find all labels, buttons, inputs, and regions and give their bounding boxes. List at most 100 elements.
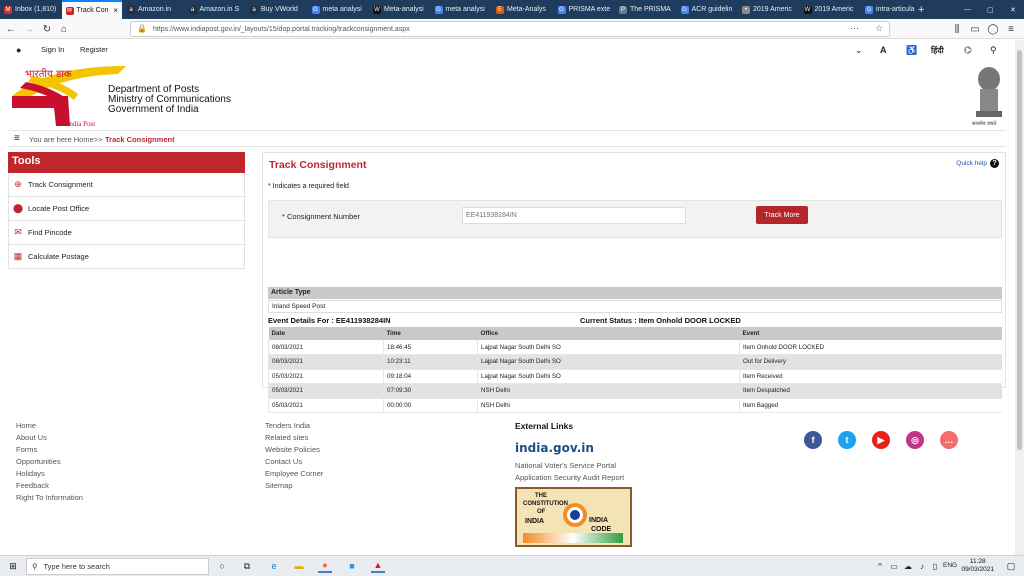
- windows-start-icon[interactable]: ⊞: [6, 559, 20, 573]
- browser-tab[interactable]: Gmeta analysi: [308, 0, 369, 19]
- page-scrollbar[interactable]: [1015, 40, 1024, 555]
- tab-close-icon[interactable]: ×: [113, 6, 118, 15]
- reload-icon[interactable]: ↻: [40, 22, 54, 36]
- sitemap-icon[interactable]: ⌬: [964, 45, 972, 56]
- notifications-icon[interactable]: ▢: [1004, 559, 1018, 573]
- forward-icon[interactable]: →: [22, 22, 36, 36]
- taskbar-search[interactable]: ⚲ Type here to search: [26, 558, 209, 575]
- tray-battery-icon[interactable]: ▯: [928, 559, 942, 573]
- tool-find-pincode[interactable]: ✉ Find Pincode: [8, 221, 245, 245]
- tab-favicon-icon: P: [619, 5, 627, 14]
- footer-link-feedback[interactable]: Feedback: [16, 481, 49, 490]
- footer-link-holidays[interactable]: Holidays: [16, 469, 45, 478]
- tray-chevron-icon[interactable]: ^: [873, 559, 887, 573]
- browser-tab[interactable]: a Amazon.in: [123, 0, 184, 19]
- track-more-button[interactable]: Track More: [756, 206, 808, 224]
- browser-tab[interactable]: ✉ Track Con ×: [61, 0, 122, 19]
- bookmark-star-icon[interactable]: ☆: [875, 23, 883, 34]
- cell-date: 05/03/2021: [268, 383, 384, 399]
- browser-tab[interactable]: W Meta-analysi: [369, 0, 430, 19]
- india-gov-logo[interactable]: india.gov.in: [515, 441, 594, 455]
- text-size-icon[interactable]: A: [880, 45, 887, 55]
- consignment-number-input[interactable]: [462, 207, 686, 224]
- tab-label: The PRISMA: [630, 6, 671, 13]
- sign-in-link[interactable]: Sign In: [41, 45, 64, 54]
- browser-tab[interactable]: E Meta-Analys: [492, 0, 553, 19]
- browser-tab[interactable]: a Buy VWorld: [246, 0, 307, 19]
- nvsp-link[interactable]: National Voter's Service Portal: [515, 461, 616, 470]
- footer-link-forms[interactable]: Forms: [16, 445, 37, 454]
- library-icon[interactable]: ⫼: [950, 22, 964, 36]
- footer-link-sitemap[interactable]: Sitemap: [265, 481, 293, 490]
- zoom-icon[interactable]: ■: [345, 559, 359, 573]
- browser-tab[interactable]: W 2019 Americ: [800, 0, 861, 19]
- cell-time: 00:00:00: [383, 398, 478, 413]
- acrobat-icon[interactable]: ▲: [371, 559, 385, 573]
- footer-link-opportunities[interactable]: Opportunities: [16, 457, 61, 466]
- accessibility-icon[interactable]: ♿: [906, 45, 917, 56]
- browser-tab[interactable]: M Inbox (1,810): [0, 0, 61, 19]
- footer-link-contact[interactable]: Contact Us: [265, 457, 302, 466]
- menu-icon[interactable]: ≡: [1004, 22, 1018, 36]
- footer-link-employee[interactable]: Employee Corner: [265, 469, 323, 478]
- breadcrumb-prefix[interactable]: You are here Home>>: [29, 135, 103, 144]
- back-icon[interactable]: ←: [4, 22, 18, 36]
- footer-link-home[interactable]: Home: [16, 421, 36, 430]
- browser-tab[interactable]: a Amazon.in S: [185, 0, 246, 19]
- twitter-icon[interactable]: t: [838, 431, 856, 449]
- sidebar-icon[interactable]: ▭: [968, 22, 982, 36]
- maximize-icon[interactable]: ▢: [983, 0, 998, 19]
- tray-cloud-icon[interactable]: ☁: [901, 559, 915, 573]
- file-explorer-icon[interactable]: ▬: [292, 559, 306, 573]
- new-tab-icon[interactable]: +: [914, 0, 928, 19]
- address-bar[interactable]: 🔒 https://www.indiapost.gov.in/_layouts/…: [130, 21, 890, 37]
- hindi-link[interactable]: हिंदी: [931, 45, 944, 56]
- scrollbar-thumb[interactable]: [1017, 50, 1022, 450]
- tool-track-consignment[interactable]: ⊕ Track Consignment: [8, 173, 245, 197]
- task-view-icon[interactable]: ⧉: [240, 559, 254, 573]
- tool-locate-post-office[interactable]: ⬤ Locate Post Office: [8, 197, 245, 221]
- tab-favicon-icon: G: [865, 5, 873, 14]
- footer-link-policies[interactable]: Website Policies: [265, 445, 320, 454]
- chevron-down-icon[interactable]: ⌄: [855, 45, 863, 56]
- footer-link-about[interactable]: About Us: [16, 433, 47, 442]
- account-icon[interactable]: ◯: [986, 22, 1000, 36]
- edge-icon[interactable]: e: [267, 559, 281, 573]
- minimize-icon[interactable]: —: [960, 0, 975, 19]
- quick-help-link[interactable]: Quick help ?: [956, 159, 999, 168]
- tray-network-icon[interactable]: ▭: [887, 559, 901, 573]
- hamburger-icon[interactable]: ≡: [14, 133, 20, 144]
- browser-tab[interactable]: P The PRISMA: [615, 0, 676, 19]
- india-code-banner[interactable]: THE CONSTITUTION OF INDIA INDIA CODE: [515, 487, 632, 547]
- browser-tab[interactable]: G ACR guidelin: [677, 0, 738, 19]
- search-icon[interactable]: ⚲: [990, 45, 997, 56]
- tab-label: Track Con: [76, 7, 109, 14]
- tool-calculate-postage[interactable]: ▦ Calculate Postage: [8, 245, 245, 269]
- tab-label: meta analysi: [322, 6, 362, 13]
- tray-volume-icon[interactable]: ♪: [915, 559, 929, 573]
- footer-link-tenders[interactable]: Tenders India: [265, 421, 310, 430]
- chat-icon[interactable]: …: [940, 431, 958, 449]
- firefox-icon[interactable]: ●: [318, 559, 332, 573]
- browser-tab[interactable]: Gintra-articula: [861, 0, 922, 19]
- quick-help-label: Quick help: [956, 160, 987, 167]
- footer-link-related[interactable]: Related sites: [265, 433, 308, 442]
- facebook-icon[interactable]: f: [804, 431, 822, 449]
- youtube-icon[interactable]: ▶: [872, 431, 890, 449]
- cell-date: 08/03/2021: [268, 340, 384, 355]
- window-close-icon[interactable]: ✕: [1006, 0, 1020, 19]
- browser-tab[interactable]: • 2019 Americ: [738, 0, 799, 19]
- language-indicator[interactable]: ENG: [943, 562, 957, 569]
- browser-tab[interactable]: Gmeta analysi: [431, 0, 492, 19]
- cortana-icon[interactable]: ○: [215, 559, 229, 573]
- footer-link-rti[interactable]: Right To Information: [16, 493, 83, 502]
- browser-tab[interactable]: G PRISMA exte: [554, 0, 615, 19]
- user-icon[interactable]: ●: [16, 45, 21, 55]
- instagram-icon[interactable]: ◎: [906, 431, 924, 449]
- security-audit-link[interactable]: Application Security Audit Report: [515, 473, 624, 482]
- event-details-row: Event Details For : EE411938284IN Curren…: [268, 316, 1002, 325]
- register-link[interactable]: Register: [80, 45, 108, 54]
- more-icon[interactable]: ⋯: [850, 23, 859, 34]
- home-icon[interactable]: ⌂: [57, 22, 71, 36]
- taskbar-clock[interactable]: 11:28 09/03/2021: [961, 558, 994, 574]
